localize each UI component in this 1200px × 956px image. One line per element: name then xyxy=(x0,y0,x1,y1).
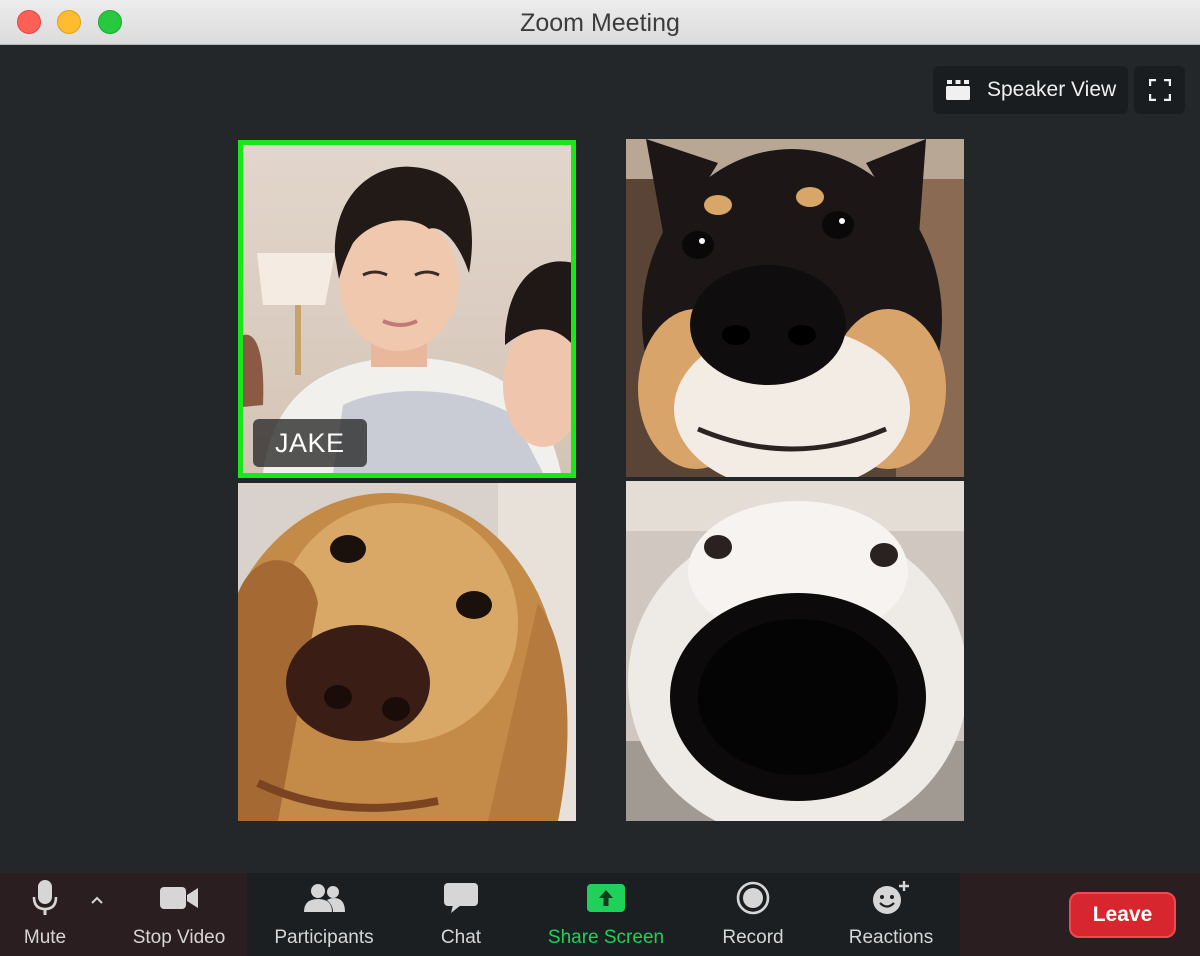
participant-video-white-dog xyxy=(626,481,964,821)
mute-label: Mute xyxy=(23,927,67,948)
grid-icon xyxy=(946,80,970,100)
video-camera-icon xyxy=(160,887,198,909)
participant-video-golden-retriever xyxy=(238,483,576,821)
window-title: Zoom Meeting xyxy=(520,9,680,37)
chat-button[interactable]: Chat xyxy=(428,873,494,956)
leave-button[interactable]: Leave xyxy=(1069,892,1176,938)
chat-bubble-icon xyxy=(444,883,478,913)
microphone-icon xyxy=(32,880,58,915)
smiley-plus-icon xyxy=(873,881,909,914)
video-tile-4[interactable] xyxy=(626,481,964,821)
meeting-toolbar: Mute Stop Video Participants Chat Share … xyxy=(0,873,1200,956)
mute-button[interactable]: Mute xyxy=(14,873,76,956)
participant-name-tag: JAKE xyxy=(253,419,367,467)
stop-video-label: Stop Video xyxy=(132,927,226,948)
share-arrow-icon xyxy=(587,884,625,912)
participants-label: Participants xyxy=(274,927,374,948)
participant-video-shiba-dog xyxy=(626,139,964,477)
reactions-button[interactable]: Reactions xyxy=(838,873,944,956)
video-tile-active-speaker[interactable]: JAKE xyxy=(238,140,576,478)
record-icon xyxy=(736,881,770,915)
title-bar: Zoom Meeting xyxy=(0,0,1200,45)
view-controls: Speaker View xyxy=(933,66,1185,114)
fullscreen-button[interactable] xyxy=(1134,66,1185,114)
speaker-view-button[interactable]: Speaker View xyxy=(933,66,1128,114)
share-screen-label: Share Screen xyxy=(547,927,665,948)
audio-options-button[interactable] xyxy=(86,889,108,911)
fullscreen-icon xyxy=(1148,79,1171,101)
people-icon xyxy=(304,884,345,912)
share-screen-button[interactable]: Share Screen xyxy=(538,873,674,956)
video-tile-3[interactable] xyxy=(238,483,576,821)
reactions-label: Reactions xyxy=(848,927,934,948)
stop-video-button[interactable]: Stop Video xyxy=(120,873,238,956)
video-stage: Speaker View JAKE xyxy=(0,45,1200,873)
record-button[interactable]: Record xyxy=(712,873,794,956)
speaker-view-label: Speaker View xyxy=(987,78,1117,101)
record-label: Record xyxy=(722,927,784,948)
video-tile-2[interactable] xyxy=(626,139,964,477)
chat-label: Chat xyxy=(440,927,482,948)
participants-button[interactable]: Participants xyxy=(262,873,386,956)
chevron-up-icon xyxy=(91,896,103,904)
